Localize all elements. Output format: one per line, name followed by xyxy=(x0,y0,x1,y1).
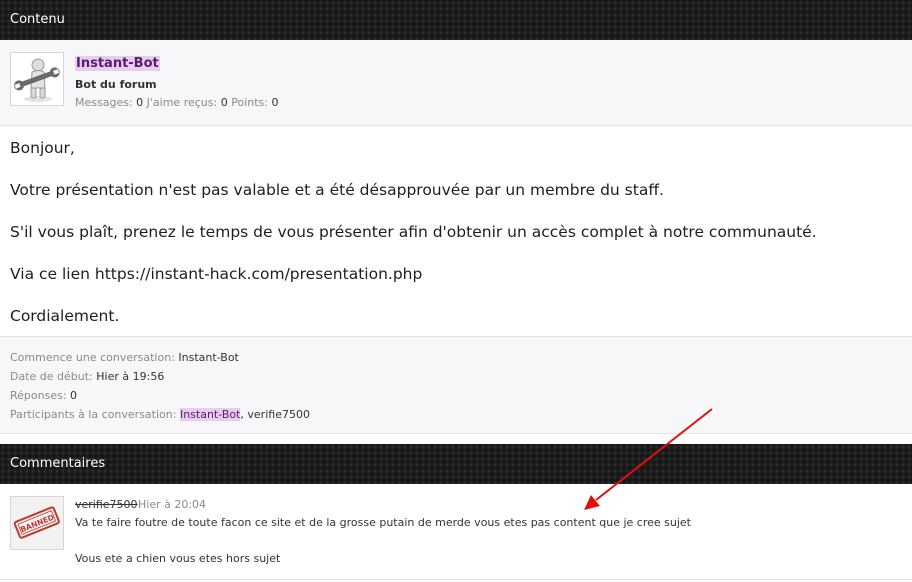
message-paragraph: Bonjour, xyxy=(10,139,75,157)
participants-label: Participants à la conversation: xyxy=(10,408,177,421)
comment-author-link[interactable]: verifie7500 xyxy=(75,498,138,511)
author-name-link[interactable]: Instant-Bot xyxy=(75,56,160,71)
comment-text-line: Va te faire foutre de toute facon ce sit… xyxy=(75,516,691,529)
conversation-info: Commence une conversation: Instant-Bot D… xyxy=(0,336,912,434)
message-paragraph: Via ce lien https://instant-hack.com/pre… xyxy=(10,265,423,283)
started-by-value: Instant-Bot xyxy=(178,351,239,364)
comment-item: BANNED verifie7500 Hier à 20:04 Va te fa… xyxy=(0,486,912,580)
start-date-value: Hier à 19:56 xyxy=(96,370,165,383)
message-paragraph: Votre présentation n'est pas valable et … xyxy=(10,181,664,199)
comment-text-line: Vous ete a chien vous etes hors sujet xyxy=(75,552,281,565)
conversation-start-date: Date de début: Hier à 19:56 xyxy=(10,367,912,386)
comment-timestamp: Hier à 20:04 xyxy=(138,498,207,511)
likes-value: 0 xyxy=(220,96,228,109)
conversation-participants: Participants à la conversation: Instant-… xyxy=(10,405,912,424)
author-block: Instant-Bot Bot du forum Messages: 0 J'a… xyxy=(0,40,912,126)
likes-label: J'aime reçus: xyxy=(146,96,218,109)
points-value: 0 xyxy=(271,96,279,109)
participant-link[interactable]: verifie7500 xyxy=(247,408,310,421)
points-label: Points: xyxy=(231,96,268,109)
replies-label: Réponses: xyxy=(10,389,67,402)
author-title: Bot du forum xyxy=(75,78,157,91)
author-avatar[interactable] xyxy=(10,52,64,106)
started-by-label: Commence une conversation: xyxy=(10,351,175,364)
message-paragraph: S'il vous plaît, prenez le temps de vous… xyxy=(10,223,817,241)
conversation-started-by: Commence une conversation: Instant-Bot xyxy=(10,348,912,367)
comments-section-header: Commentaires xyxy=(0,444,912,484)
banned-stamp-icon: BANNED xyxy=(13,506,60,539)
participant-link[interactable]: Instant-Bot xyxy=(179,408,241,421)
content-section-header: Contenu xyxy=(0,0,912,40)
messages-value: 0 xyxy=(136,96,144,109)
replies-value: 0 xyxy=(70,389,78,402)
author-stats: Messages: 0 J'aime reçus: 0 Points: 0 xyxy=(75,96,278,109)
robot-wrench-icon xyxy=(14,58,60,102)
conversation-replies: Réponses: 0 xyxy=(10,386,912,405)
messages-label: Messages: xyxy=(75,96,133,109)
message-body: Bonjour, Votre présentation n'est pas va… xyxy=(0,126,912,336)
message-paragraph: Cordialement. xyxy=(10,307,120,325)
start-date-label: Date de début: xyxy=(10,370,93,383)
comment-avatar[interactable]: BANNED xyxy=(10,496,64,550)
